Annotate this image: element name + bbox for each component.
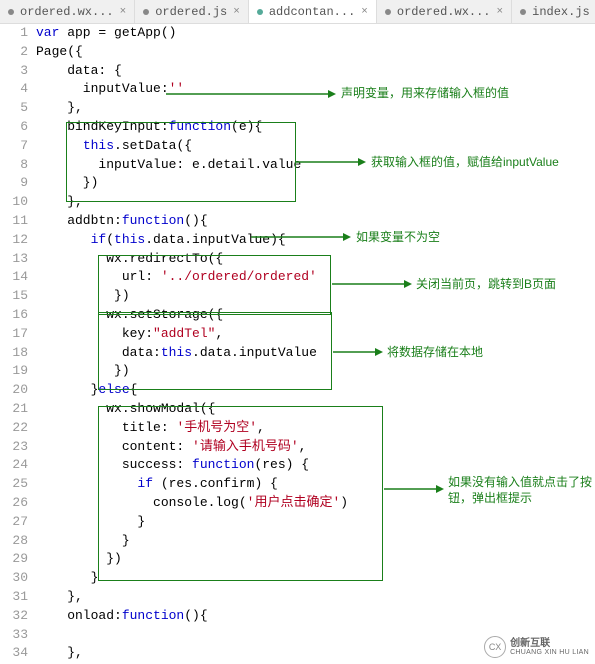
tab-bar: ordered.wx... × ordered.js × addcontan... ×… <box>0 0 595 24</box>
watermark-name: 创新互联 <box>510 638 589 649</box>
line-number: 18 <box>0 344 28 363</box>
code-line[interactable]: } <box>36 532 595 551</box>
tab-label: index.js <box>532 5 590 19</box>
code-line[interactable]: addbtn:function(){ <box>36 212 595 231</box>
line-number: 5 <box>0 99 28 118</box>
code-line[interactable]: if(this.data.inputValue){ <box>36 231 595 250</box>
annotation-text: 如果变量不为空 <box>356 230 440 246</box>
annotation-text: 将数据存储在本地 <box>387 345 483 361</box>
line-number: 26 <box>0 494 28 513</box>
tab-dot-icon <box>257 9 263 15</box>
code-line[interactable]: } <box>36 569 595 588</box>
code-line[interactable]: }else{ <box>36 381 595 400</box>
close-icon[interactable]: × <box>361 6 368 18</box>
watermark: CX 创新互联 CHUANG XIN HU LIAN <box>484 636 589 658</box>
line-number: 27 <box>0 513 28 532</box>
line-number: 19 <box>0 362 28 381</box>
tab-addcontan[interactable]: addcontan... × <box>249 0 377 23</box>
code-line[interactable]: }) <box>36 174 595 193</box>
close-icon[interactable]: × <box>120 6 127 18</box>
code-line[interactable]: }, <box>36 99 595 118</box>
tab-label: ordered.wx... <box>397 5 491 19</box>
line-number: 4 <box>0 80 28 99</box>
tab-ordered-wx[interactable]: ordered.wx... × <box>0 0 135 23</box>
tab-label: ordered.wx... <box>20 5 114 19</box>
annotation-text: 关闭当前页，跳转到B页面 <box>416 277 556 293</box>
line-number: 22 <box>0 419 28 438</box>
line-number: 34 <box>0 644 28 663</box>
code-line[interactable]: data: { <box>36 62 595 81</box>
line-number: 1 <box>0 24 28 43</box>
line-number: 16 <box>0 306 28 325</box>
line-number: 28 <box>0 532 28 551</box>
tab-index-js[interactable]: index.js× <box>512 0 595 23</box>
code-line[interactable]: inputValue:'' <box>36 80 595 99</box>
code-line[interactable]: wx.setStorage({ <box>36 306 595 325</box>
code-line[interactable]: }) <box>36 550 595 569</box>
code-line[interactable]: data:this.data.inputValue <box>36 344 595 363</box>
code-line[interactable]: wx.showModal({ <box>36 400 595 419</box>
code-line[interactable]: wx.redirectTo({ <box>36 250 595 269</box>
line-number: 13 <box>0 250 28 269</box>
annotation-text: 获取输入框的值，赋值给inputValue <box>371 155 559 171</box>
code-area[interactable]: var app = getApp()Page({ data: { inputVa… <box>36 24 595 663</box>
line-number: 25 <box>0 475 28 494</box>
line-number: 9 <box>0 174 28 193</box>
line-number: 32 <box>0 607 28 626</box>
close-icon[interactable]: × <box>233 6 240 18</box>
tab-label: ordered.js <box>155 5 227 19</box>
tab-ordered-js[interactable]: ordered.js × <box>135 0 249 23</box>
code-editor[interactable]: 1234567891011121314151617181920212223242… <box>0 24 595 663</box>
tab-label: addcontan... <box>269 5 355 19</box>
line-number: 14 <box>0 268 28 287</box>
line-number: 23 <box>0 438 28 457</box>
watermark-logo-icon: CX <box>484 636 506 658</box>
line-gutter: 1234567891011121314151617181920212223242… <box>0 24 36 663</box>
code-line[interactable]: }) <box>36 362 595 381</box>
line-number: 12 <box>0 231 28 250</box>
code-line[interactable]: key:"addTel", <box>36 325 595 344</box>
code-line[interactable]: content: '请输入手机号码', <box>36 438 595 457</box>
code-line[interactable]: } <box>36 513 595 532</box>
line-number: 2 <box>0 43 28 62</box>
code-line[interactable]: this.setData({ <box>36 137 595 156</box>
tab-dot-icon <box>8 9 14 15</box>
line-number: 30 <box>0 569 28 588</box>
tab-dot-icon <box>385 9 391 15</box>
code-line[interactable]: success: function(res) { <box>36 456 595 475</box>
watermark-url: CHUANG XIN HU LIAN <box>510 649 589 657</box>
code-line[interactable]: bindKeyInput:function(e){ <box>36 118 595 137</box>
line-number: 33 <box>0 626 28 645</box>
code-line[interactable]: }, <box>36 193 595 212</box>
line-number: 17 <box>0 325 28 344</box>
line-number: 31 <box>0 588 28 607</box>
code-line[interactable]: var app = getApp() <box>36 24 595 43</box>
close-icon[interactable]: × <box>497 6 504 18</box>
line-number: 24 <box>0 456 28 475</box>
line-number: 21 <box>0 400 28 419</box>
line-number: 29 <box>0 550 28 569</box>
line-number: 11 <box>0 212 28 231</box>
code-line[interactable]: }, <box>36 588 595 607</box>
line-number: 7 <box>0 137 28 156</box>
line-number: 8 <box>0 156 28 175</box>
annotation-text: 声明变量，用来存储输入框的值 <box>341 86 509 102</box>
line-number: 10 <box>0 193 28 212</box>
line-number: 15 <box>0 287 28 306</box>
code-line[interactable]: Page({ <box>36 43 595 62</box>
tab-dot-icon <box>143 9 149 15</box>
line-number: 3 <box>0 62 28 81</box>
code-line[interactable]: onload:function(){ <box>36 607 595 626</box>
annotation-text: 如果没有输入值就点击了按钮，弹出框提示 <box>448 475 593 506</box>
tab-ordered-wx2[interactable]: ordered.wx... × <box>377 0 512 23</box>
tab-dot-icon <box>520 9 526 15</box>
line-number: 20 <box>0 381 28 400</box>
code-line[interactable]: title: '手机号为空', <box>36 419 595 438</box>
line-number: 6 <box>0 118 28 137</box>
